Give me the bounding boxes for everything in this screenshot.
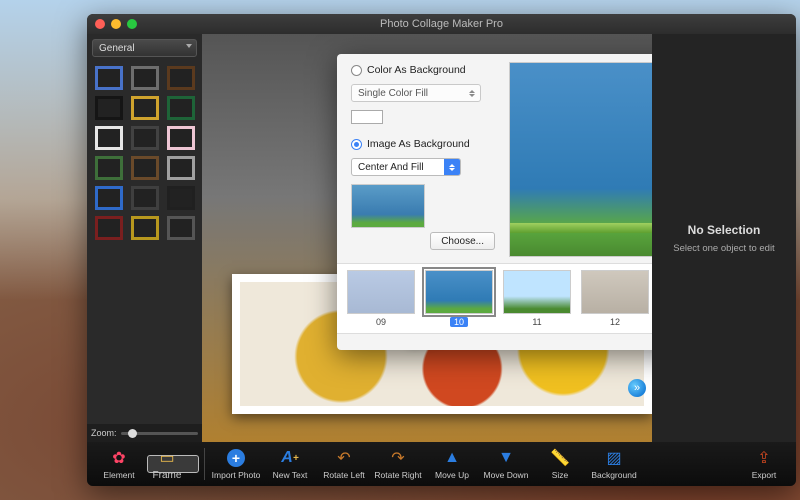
frames-grid <box>87 62 202 424</box>
frame-swatch[interactable] <box>167 186 195 210</box>
frame-swatch[interactable] <box>131 156 159 180</box>
bg-thumb-09[interactable]: 09 <box>347 270 415 327</box>
radio-icon <box>351 139 362 150</box>
color-as-background-radio[interactable]: Color As Background <box>351 64 495 76</box>
rotate-left-icon: ↶ <box>334 448 354 468</box>
rotate-left-button[interactable]: ↶Rotate Left <box>318 444 370 484</box>
frame-category-label: General <box>99 43 135 54</box>
export-icon: ⇪ <box>754 448 774 468</box>
size-button[interactable]: 📏Size <box>534 444 586 484</box>
current-bg-thumb <box>351 184 425 228</box>
frame-swatch[interactable] <box>167 216 195 240</box>
dialog-preview <box>505 54 652 263</box>
frame-swatch[interactable] <box>131 216 159 240</box>
background-preview <box>509 62 652 257</box>
element-icon: ✿ <box>109 448 129 468</box>
arrow-up-icon: ▲ <box>442 448 462 468</box>
arrow-down-icon: ▼ <box>496 448 516 468</box>
zoom-thumb[interactable] <box>128 429 137 438</box>
thumbnail-label: 09 <box>376 317 386 327</box>
frame-swatch[interactable] <box>131 126 159 150</box>
color-mode-value: Single Color Fill <box>358 88 428 99</box>
inspector-sub: Select one object to edit <box>673 243 774 254</box>
background-button[interactable]: ▨Background <box>588 444 640 484</box>
titlebar[interactable]: Photo Collage Maker Pro <box>87 14 796 34</box>
zoom-slider[interactable] <box>121 432 198 435</box>
thumbnail-label: 11 <box>532 317 541 327</box>
expand-button[interactable]: » <box>628 379 646 397</box>
frame-swatch[interactable] <box>131 66 159 90</box>
frame-swatch[interactable] <box>95 186 123 210</box>
new-text-button[interactable]: A+New Text <box>264 444 316 484</box>
frame-swatch[interactable] <box>131 186 159 210</box>
thumbnail-image <box>581 270 649 314</box>
bottom-toolbar: ✿Element ▭Frame +Import Photo A+New Text… <box>87 442 796 486</box>
color-swatch[interactable] <box>351 110 383 124</box>
thumbnail-label: 10 <box>450 317 468 327</box>
dialog-options: Color As Background Single Color Fill Im… <box>337 54 505 263</box>
window-content: General Zoom: » Color As Background <box>87 34 796 442</box>
bg-thumb-11[interactable]: 11 <box>503 270 571 327</box>
frame-swatch[interactable] <box>95 126 123 150</box>
thumbnail-image <box>425 270 493 314</box>
frame-swatch[interactable] <box>95 66 123 90</box>
bg-thumb-12[interactable]: 12 <box>581 270 649 327</box>
frame-swatch[interactable] <box>167 96 195 120</box>
frame-swatch[interactable] <box>95 216 123 240</box>
thumbnail-label: 12 <box>610 317 620 327</box>
frame-swatch[interactable] <box>95 96 123 120</box>
window-title: Photo Collage Maker Pro <box>87 18 796 30</box>
move-up-button[interactable]: ▲Move Up <box>426 444 478 484</box>
choose-button[interactable]: Choose... <box>430 232 495 250</box>
rotate-right-button[interactable]: ↷Rotate Right <box>372 444 424 484</box>
inspector-heading: No Selection <box>688 223 761 237</box>
thumbnail-image <box>347 270 415 314</box>
background-dialog: Color As Background Single Color Fill Im… <box>337 54 652 350</box>
zoom-control: Zoom: <box>87 424 202 442</box>
ruler-icon: 📏 <box>550 448 570 468</box>
thumbnail-image <box>503 270 571 314</box>
background-thumbnails[interactable]: 09 10 11 12 <box>337 263 652 333</box>
image-mode-value: Center And Fill <box>358 162 424 173</box>
frame-swatch[interactable] <box>167 66 195 90</box>
separator <box>204 448 205 480</box>
move-down-button[interactable]: ▼Move Down <box>480 444 532 484</box>
frame-swatch[interactable] <box>131 96 159 120</box>
color-bg-label: Color As Background <box>367 64 466 76</box>
image-mode-select[interactable]: Center And Fill <box>351 158 461 176</box>
inspector-panel: No Selection Select one object to edit <box>652 34 796 442</box>
rotate-right-icon: ↷ <box>388 448 408 468</box>
bg-thumb-10[interactable]: 10 <box>425 270 493 327</box>
frame-tab[interactable]: ▭Frame <box>147 455 199 473</box>
import-photo-button[interactable]: +Import Photo <box>210 444 262 484</box>
frame-swatch[interactable] <box>167 126 195 150</box>
export-button[interactable]: ⇪Export <box>738 444 790 484</box>
background-icon: ▨ <box>604 448 624 468</box>
image-bg-label: Image As Background <box>367 138 470 150</box>
color-mode-select[interactable]: Single Color Fill <box>351 84 481 102</box>
canvas-area[interactable]: » Color As Background Single Color Fill <box>202 34 652 442</box>
zoom-label: Zoom: <box>91 428 117 438</box>
frame-swatch[interactable] <box>95 156 123 180</box>
app-window: Photo Collage Maker Pro General Zoom: » <box>87 14 796 486</box>
frame-swatch[interactable] <box>167 156 195 180</box>
frame-icon: ▭ <box>157 448 177 468</box>
frame-category-select[interactable]: General <box>92 39 197 57</box>
radio-icon <box>351 65 362 76</box>
element-tab[interactable]: ✿Element <box>93 444 145 484</box>
plus-icon: + <box>226 448 246 468</box>
text-icon: A+ <box>280 448 300 468</box>
image-as-background-radio[interactable]: Image As Background <box>351 138 495 150</box>
sidebar: General Zoom: <box>87 34 202 442</box>
